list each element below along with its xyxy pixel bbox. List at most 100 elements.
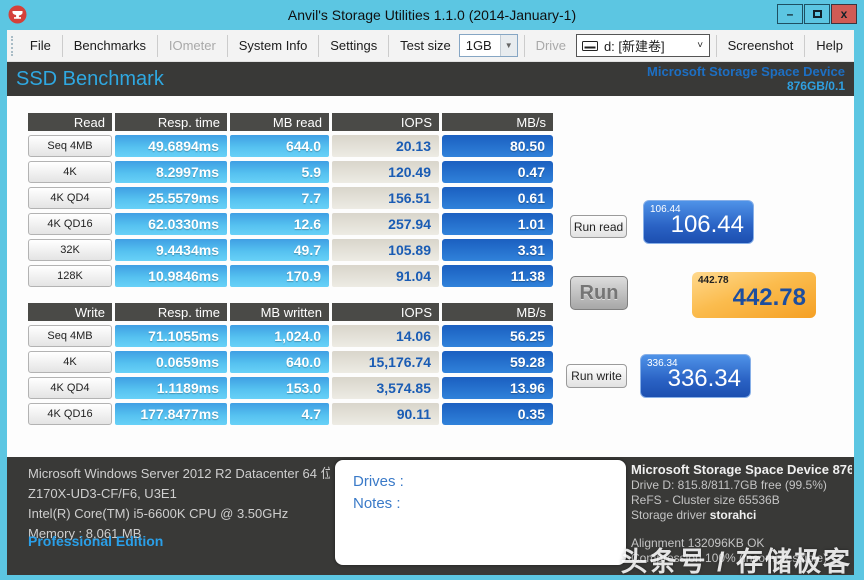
device-name: Microsoft Storage Space Device bbox=[647, 64, 845, 79]
menu-iometer: IOmeter bbox=[168, 37, 216, 53]
mbs-cell: 3.31 bbox=[442, 239, 553, 261]
iops-cell: 15,176.74 bbox=[332, 351, 439, 373]
notes-label: Notes : bbox=[353, 495, 401, 512]
resp-time-cell: 10.9846ms bbox=[115, 265, 227, 287]
toolbar-grip[interactable] bbox=[11, 35, 14, 56]
main-panel: Read Resp. time MB read IOPS MB/s Seq 4MB 49.6… bbox=[7, 96, 854, 457]
read-results-table: Read Resp. time MB read IOPS MB/s Seq 4MB 49.6… bbox=[28, 113, 553, 287]
device-capacity: 876GB/0.1 bbox=[786, 79, 845, 93]
iops-cell: 3,574.85 bbox=[332, 377, 439, 399]
total-score-value: 442.78 bbox=[732, 284, 806, 311]
run-read-button[interactable]: Run read bbox=[570, 215, 627, 238]
mbs-cell: 59.28 bbox=[442, 351, 553, 373]
write-results-table: Write Resp. time MB written IOPS MB/s Seq 4MB… bbox=[28, 303, 553, 425]
mb-cell: 49.7 bbox=[230, 239, 329, 261]
row-label-cell: 4K QD4 bbox=[28, 187, 112, 209]
driver-label: Storage driver bbox=[631, 508, 710, 522]
row-label-cell: Seq 4MB bbox=[28, 135, 112, 157]
menu-screenshot[interactable]: Screenshot bbox=[717, 30, 805, 62]
menu-help[interactable]: Help bbox=[805, 30, 854, 62]
total-score-box: 442.78 442.78 bbox=[692, 272, 816, 318]
row-label-cell: 4K bbox=[28, 161, 112, 183]
test-size-label: Test size bbox=[400, 37, 451, 53]
mb-cell: 7.7 bbox=[230, 187, 329, 209]
resp-time-cell: 62.0330ms bbox=[115, 213, 227, 235]
mb-cell: 153.0 bbox=[230, 377, 329, 399]
resp-time-cell: 1.1189ms bbox=[115, 377, 227, 399]
os-line: Microsoft Windows Server 2012 R2 Datacen… bbox=[28, 466, 330, 481]
status-panel: Microsoft Windows Server 2012 R2 Datacen… bbox=[7, 457, 854, 577]
iops-cell: 90.11 bbox=[332, 403, 439, 425]
row-label-cell: 128K bbox=[28, 265, 112, 287]
column-header: IOPS bbox=[332, 303, 439, 321]
iops-cell: 120.49 bbox=[332, 161, 439, 183]
column-header: MB/s bbox=[442, 303, 553, 321]
column-header: MB read bbox=[230, 113, 329, 131]
cpu-line: Intel(R) Core(TM) i5-6600K CPU @ 3.50GHz bbox=[28, 506, 289, 521]
mb-cell: 644.0 bbox=[230, 135, 329, 157]
watermark: 头条号 / 存储极客 bbox=[620, 547, 852, 577]
device-title: Microsoft Storage Space Device 876GB bbox=[631, 462, 852, 477]
mb-cell: 170.9 bbox=[230, 265, 329, 287]
menu-settings[interactable]: Settings bbox=[319, 30, 388, 62]
row-label-cell: 4K QD16 bbox=[28, 403, 112, 425]
resp-time-cell: 49.6894ms bbox=[115, 135, 227, 157]
system-info-block: Microsoft Windows Server 2012 R2 Datacen… bbox=[28, 464, 330, 544]
row-label-cell: 32K bbox=[28, 239, 112, 261]
drives-notes-box[interactable]: Drives : Notes : bbox=[335, 460, 626, 565]
page-title: SSD Benchmark bbox=[16, 67, 164, 90]
iops-cell: 156.51 bbox=[332, 187, 439, 209]
mb-cell: 5.9 bbox=[230, 161, 329, 183]
run-write-button[interactable]: Run write bbox=[566, 364, 627, 388]
resp-time-cell: 25.5579ms bbox=[115, 187, 227, 209]
resp-time-cell: 177.8477ms bbox=[115, 403, 227, 425]
mbs-cell: 0.47 bbox=[442, 161, 553, 183]
test-size-select[interactable]: 1GB ▼ bbox=[458, 34, 518, 57]
read-score-value: 106.44 bbox=[670, 211, 744, 238]
read-score-box: 106.44 106.44 bbox=[643, 200, 754, 244]
drive-label: Drive bbox=[535, 37, 566, 53]
drive-select[interactable]: d: [新建卷] ˅ bbox=[575, 34, 710, 57]
chevron-down-icon: ˅ bbox=[691, 35, 709, 56]
run-button[interactable]: Run bbox=[570, 276, 628, 310]
row-label-cell: 4K QD16 bbox=[28, 213, 112, 235]
iops-cell: 257.94 bbox=[332, 213, 439, 235]
iops-cell: 20.13 bbox=[332, 135, 439, 157]
column-header: IOPS bbox=[332, 113, 439, 131]
mb-cell: 12.6 bbox=[230, 213, 329, 235]
board-line: Z170X-UD3-CF/F6, U3E1 bbox=[28, 486, 177, 501]
driver-value: storahci bbox=[709, 508, 757, 522]
mbs-cell: 13.96 bbox=[442, 377, 553, 399]
drive-icon bbox=[581, 40, 598, 51]
minimize-button[interactable]: – bbox=[777, 4, 803, 24]
row-label-cell: 4K bbox=[28, 351, 112, 373]
resp-time-cell: 9.4434ms bbox=[115, 239, 227, 261]
menu-system-info[interactable]: System Info bbox=[228, 30, 319, 62]
close-button[interactable]: x bbox=[831, 4, 857, 24]
row-label-cell: Seq 4MB bbox=[28, 325, 112, 347]
resp-time-cell: 0.0659ms bbox=[115, 351, 227, 373]
benchmark-banner: SSD Benchmark Microsoft Storage Space De… bbox=[7, 62, 854, 96]
total-score-mini: 442.78 bbox=[698, 275, 729, 286]
mbs-cell: 11.38 bbox=[442, 265, 553, 287]
mbs-cell: 0.61 bbox=[442, 187, 553, 209]
window-title: Anvil's Storage Utilities 1.1.0 (2014-Ja… bbox=[287, 7, 577, 23]
column-header: Read bbox=[28, 113, 112, 131]
edition-label: Professional Edition bbox=[28, 533, 164, 549]
title-bar: Anvil's Storage Utilities 1.1.0 (2014-Ja… bbox=[0, 0, 864, 30]
column-header: Resp. time bbox=[115, 303, 227, 321]
storage-driver-line: Storage driver storahci bbox=[631, 508, 852, 523]
minimize-icon: – bbox=[786, 7, 794, 21]
mbs-cell: 1.01 bbox=[442, 213, 553, 235]
menu-file[interactable]: File bbox=[19, 30, 62, 62]
mbs-cell: 80.50 bbox=[442, 135, 553, 157]
menu-benchmarks[interactable]: Benchmarks bbox=[63, 30, 157, 62]
column-header: Write bbox=[28, 303, 112, 321]
column-header: Resp. time bbox=[115, 113, 227, 131]
maximize-button[interactable] bbox=[804, 4, 830, 24]
app-window: Anvil's Storage Utilities 1.1.0 (2014-Ja… bbox=[0, 0, 864, 580]
iops-cell: 105.89 bbox=[332, 239, 439, 261]
mb-cell: 1,024.0 bbox=[230, 325, 329, 347]
iops-cell: 14.06 bbox=[332, 325, 439, 347]
column-header: MB written bbox=[230, 303, 329, 321]
